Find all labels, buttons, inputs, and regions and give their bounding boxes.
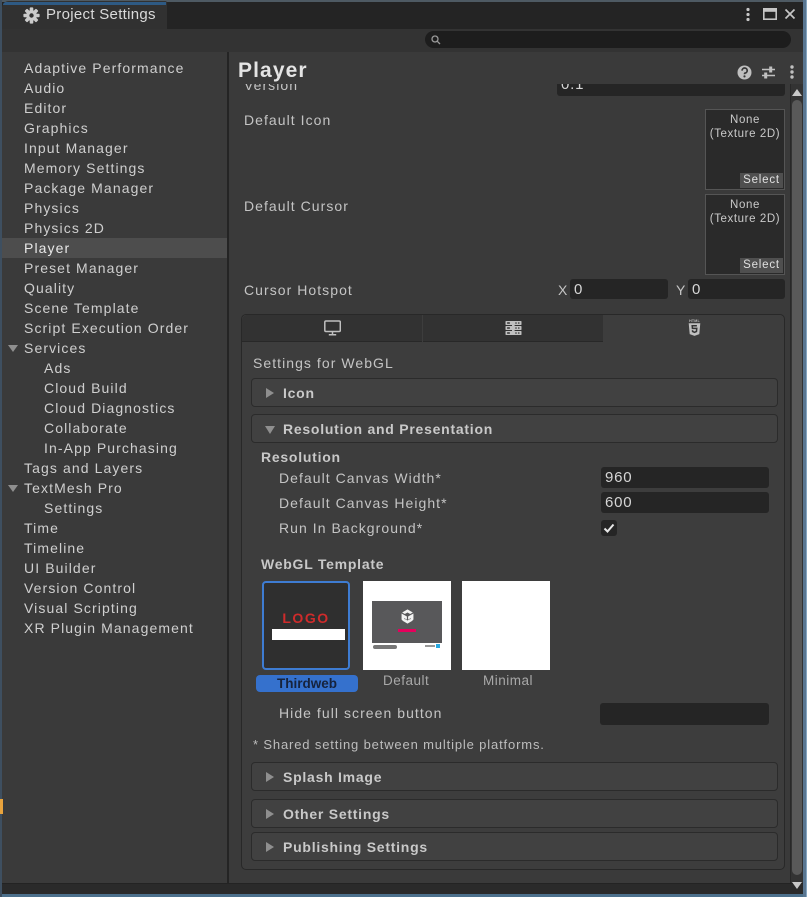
svg-text:HTML: HTML: [689, 319, 700, 323]
